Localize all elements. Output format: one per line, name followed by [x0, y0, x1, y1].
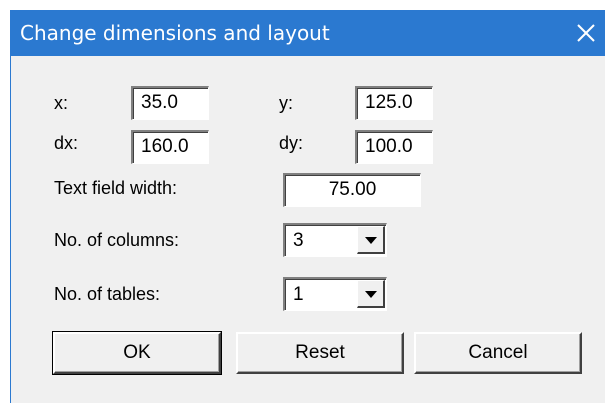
text-field-width-input[interactable]: 75.00: [283, 173, 421, 207]
dy-input[interactable]: 100.0: [355, 130, 433, 164]
columns-value: 3: [293, 230, 304, 251]
y-label: y:: [279, 93, 294, 113]
dy-label: dy:: [279, 133, 304, 153]
columns-label: No. of columns:: [54, 230, 180, 250]
cancel-button[interactable]: Cancel: [414, 332, 582, 374]
tables-select[interactable]: 1: [283, 277, 387, 311]
tables-dropdown-button[interactable]: [357, 280, 385, 308]
close-button[interactable]: [569, 16, 603, 50]
dialog-title: Change dimensions and layout: [20, 21, 330, 45]
tables-label: No. of tables:: [54, 284, 161, 304]
chevron-down-icon: [365, 237, 377, 244]
x-input[interactable]: 35.0: [131, 86, 209, 120]
text-field-width-label: Text field width:: [54, 178, 178, 198]
tables-value: 1: [293, 284, 304, 305]
close-icon: [577, 24, 595, 42]
columns-dropdown-button[interactable]: [357, 226, 385, 254]
dx-label: dx:: [54, 133, 79, 153]
x-label: x:: [54, 93, 69, 113]
dialog-window: Change dimensions and layout x: 35.0 y: …: [10, 10, 605, 403]
title-bar: Change dimensions and layout: [11, 10, 605, 56]
columns-select[interactable]: 3: [283, 223, 387, 257]
reset-button[interactable]: Reset: [236, 332, 404, 374]
y-input[interactable]: 125.0: [355, 86, 433, 120]
chevron-down-icon: [365, 291, 377, 298]
ok-button[interactable]: OK: [52, 331, 222, 375]
dx-input[interactable]: 160.0: [131, 130, 209, 164]
